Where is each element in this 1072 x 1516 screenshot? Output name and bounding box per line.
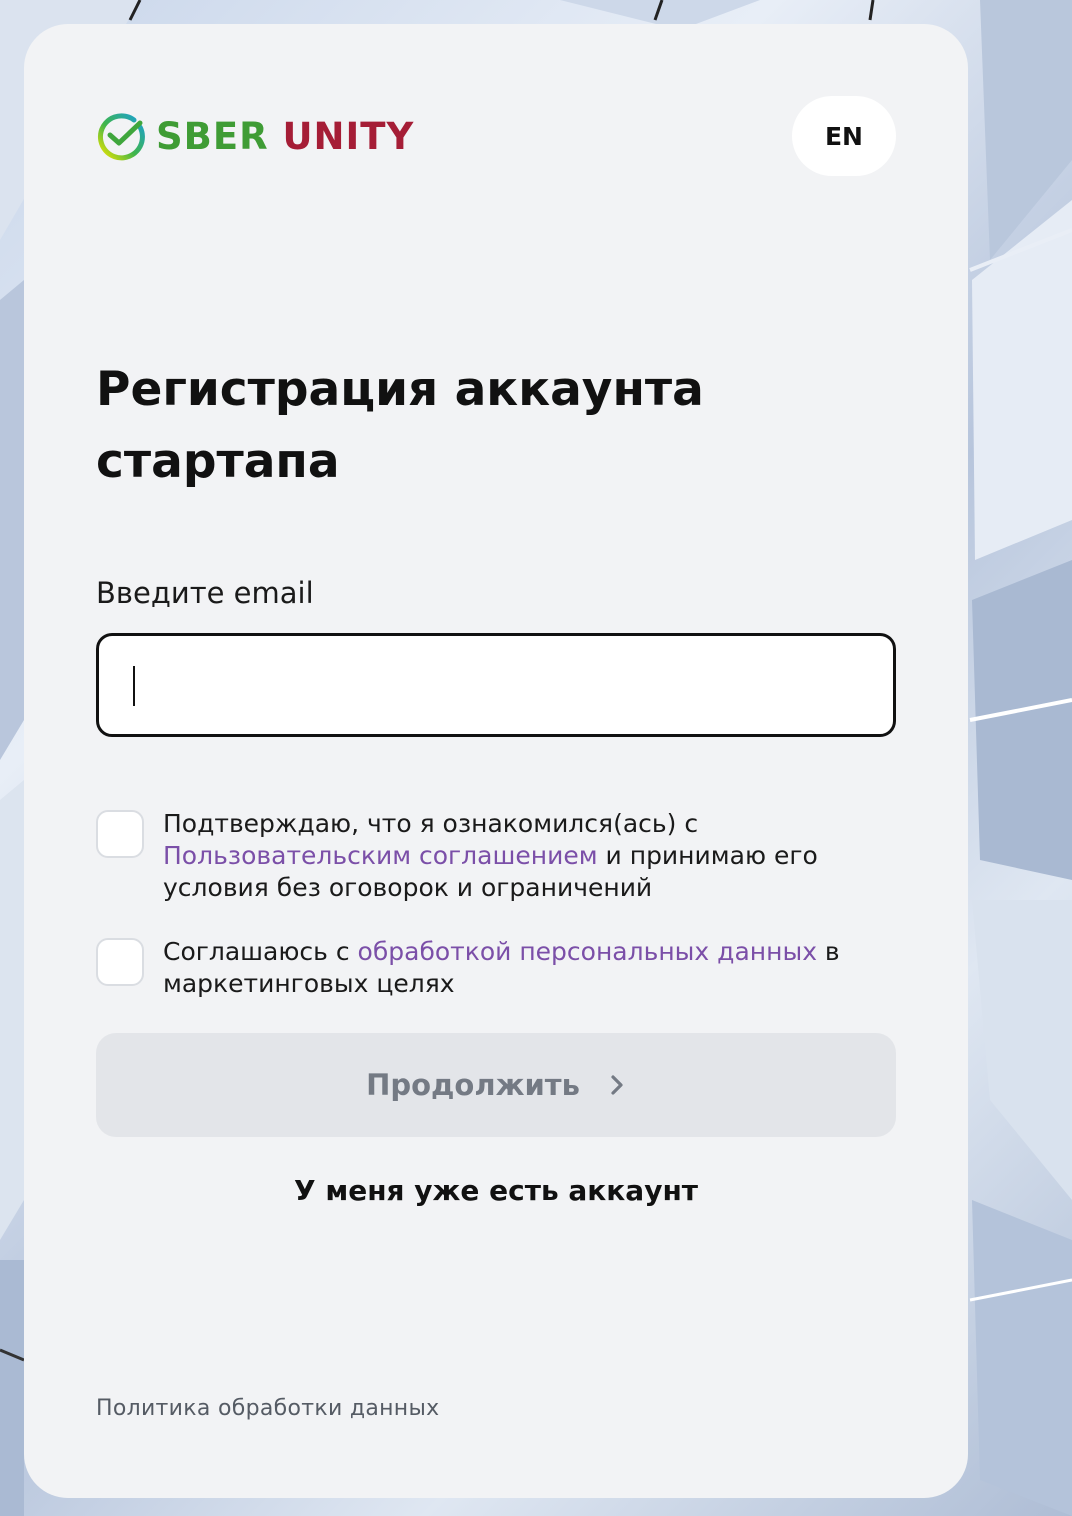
continue-button-label: Продолжить	[366, 1068, 580, 1102]
logo-wordmark: SBER UNITY	[156, 115, 414, 158]
logo-product: UNITY	[282, 114, 415, 158]
sber-unity-logo[interactable]: SBER UNITY	[96, 110, 414, 162]
consent-marketing-checkbox[interactable]	[96, 938, 144, 986]
logo-brand: SBER	[156, 114, 269, 158]
consent-terms-prefix: Подтверждаю, что я ознакомился(ась) с	[163, 809, 699, 838]
continue-button[interactable]: Продолжить	[96, 1033, 896, 1137]
consent-marketing-text: Соглашаюсь с обработкой персональных дан…	[163, 936, 863, 1000]
consent-terms-text: Подтверждаю, что я ознакомился(ась) с По…	[163, 808, 863, 904]
have-account-link[interactable]: У меня уже есть аккаунт	[96, 1174, 896, 1207]
email-label: Введите email	[96, 576, 314, 610]
language-switch-button[interactable]: EN	[792, 96, 896, 176]
privacy-policy-link[interactable]: Политика обработки данных	[96, 1396, 439, 1421]
text-caret	[133, 666, 135, 706]
user-agreement-link[interactable]: Пользовательским соглашением	[163, 841, 598, 870]
personal-data-link[interactable]: обработкой персональных данных	[358, 937, 817, 966]
page-title: Регистрация аккаунта стартапа	[96, 362, 704, 489]
email-field[interactable]	[96, 633, 896, 737]
consent-marketing-prefix: Соглашаюсь с	[163, 937, 358, 966]
sber-check-circle-icon	[98, 113, 145, 161]
registration-card: SBER UNITY EN Регистрация аккаунта старт…	[24, 24, 968, 1498]
chevron-right-icon	[611, 1075, 623, 1095]
consent-terms-checkbox[interactable]	[96, 810, 144, 858]
